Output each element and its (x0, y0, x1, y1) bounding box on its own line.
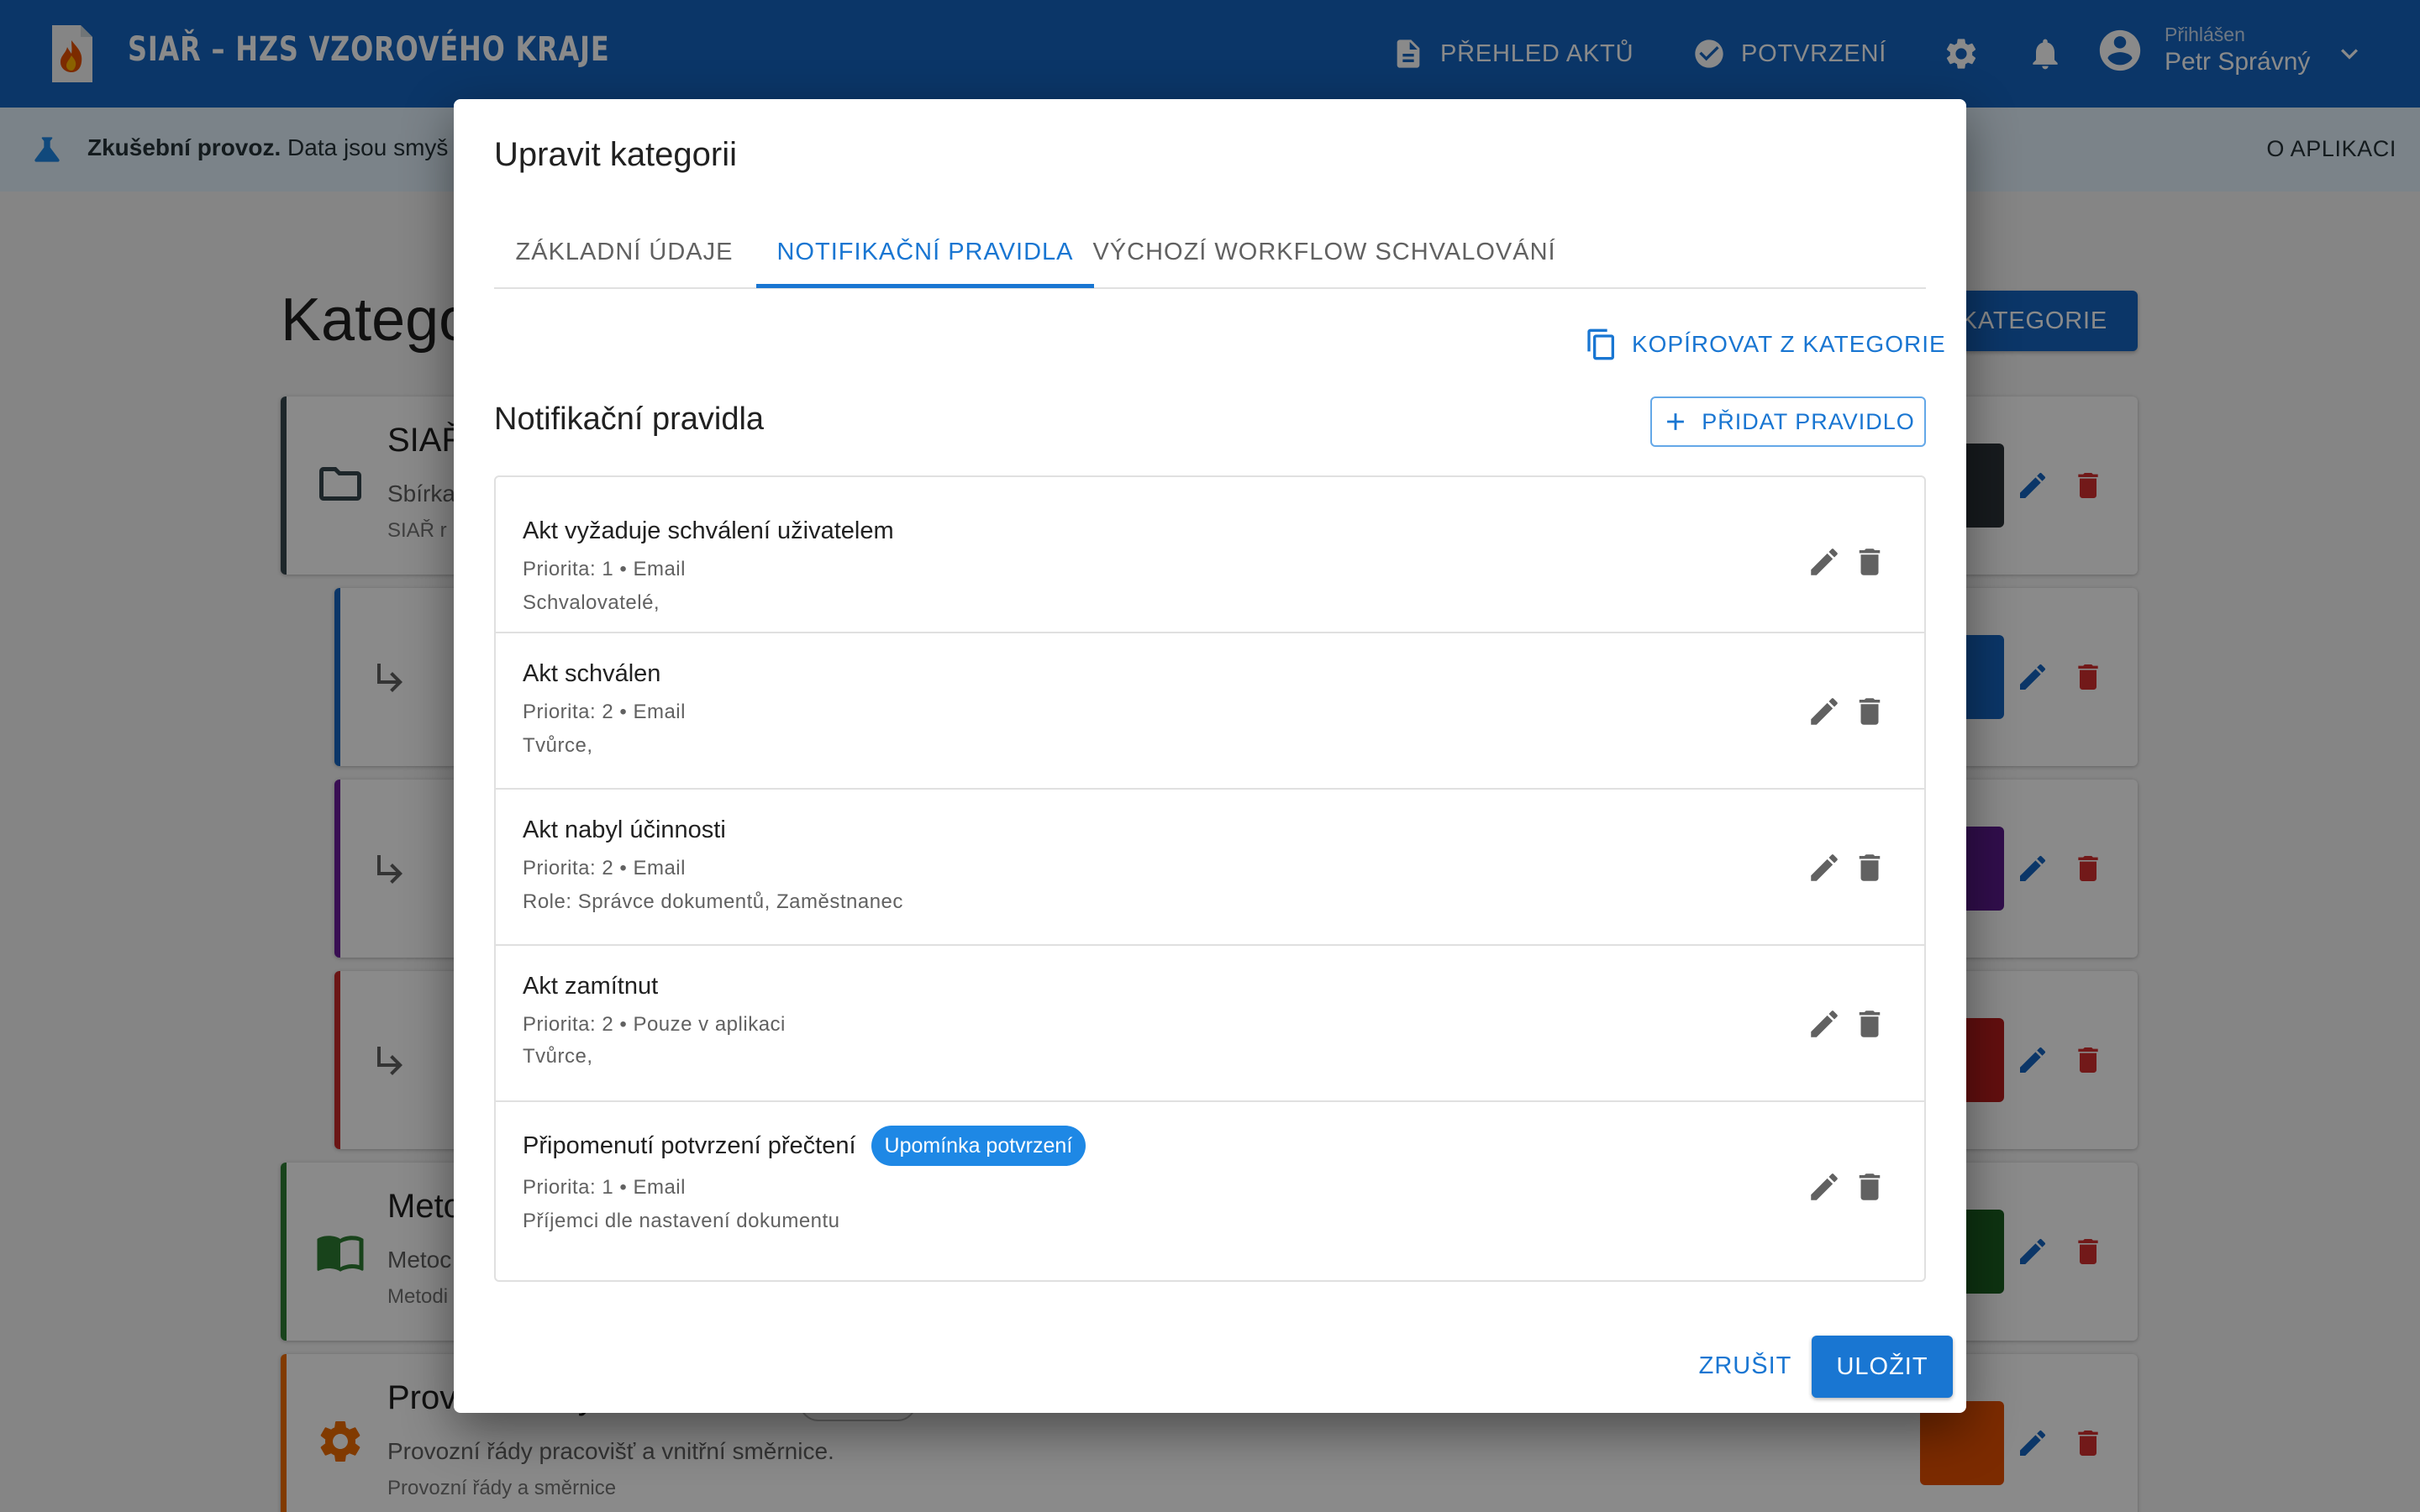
delete-icon[interactable] (1852, 694, 1887, 729)
rule-meta: Priorita: 2 • Email (523, 857, 686, 879)
add-rule-label: PŘIDAT PRAVIDLO (1702, 408, 1915, 434)
cancel-button[interactable]: ZRUŠIT (1691, 1336, 1800, 1396)
edit-icon[interactable] (1807, 544, 1842, 580)
save-button[interactable]: ULOŽIT (1812, 1336, 1953, 1398)
tab-vychozi-workflow[interactable]: VÝCHOZÍ WORKFLOW SCHVALOVÁNÍ (1092, 212, 1555, 292)
delete-icon[interactable] (1852, 544, 1887, 580)
edit-icon[interactable] (1807, 1169, 1842, 1205)
rule-name: Akt vyžaduje schválení uživatelem (523, 517, 894, 545)
rule-recipients: Schvalovatelé, (523, 591, 660, 614)
section-title: Notifikační pravidla (494, 402, 765, 437)
rule-item[interactable]: Připomenutí potvrzení přečtení Upomínka … (496, 1102, 1924, 1280)
edit-icon[interactable] (1807, 694, 1842, 729)
rule-name: Akt zamítnut (523, 973, 658, 1000)
rule-recipients: Role: Správce dokumentů, Zaměstnanec (523, 890, 903, 913)
rule-item[interactable]: Akt schválen Priorita: 2 • Email Tvůrce, (496, 633, 1924, 790)
tab-active-indicator (756, 284, 1094, 288)
rule-name-text: Akt schválen (523, 660, 661, 687)
rule-item[interactable]: Akt nabyl účinnosti Priorita: 2 • Email … (496, 790, 1924, 946)
reminder-badge: Upomínka potvrzení (871, 1126, 1086, 1166)
tab-zakladni-udaje[interactable]: ZÁKLADNÍ ÚDAJE (494, 212, 755, 292)
dialog-title: Upravit kategorii (494, 136, 738, 173)
rule-meta: Priorita: 2 • Email (523, 701, 686, 723)
tab-notifikacni-pravidla[interactable]: NOTIFIKAČNÍ PRAVIDLA (756, 212, 1094, 292)
rule-name-text: Akt zamítnut (523, 973, 659, 1000)
rule-name: Akt nabyl účinnosti (523, 816, 726, 844)
rule-name: Připomenutí potvrzení přečtení Upomínka … (523, 1126, 1086, 1166)
delete-icon[interactable] (1852, 1169, 1887, 1205)
tabs-divider (494, 287, 1926, 289)
rule-name: Akt schválen (523, 660, 660, 688)
add-rule-button[interactable]: PŘIDAT PRAVIDLO (1650, 396, 1926, 447)
delete-icon[interactable] (1852, 1006, 1887, 1042)
copy-label: KOPÍROVAT Z KATEGORIE (1632, 331, 1946, 357)
rule-recipients: Tvůrce, (523, 1045, 593, 1068)
rules-list: Akt vyžaduje schválení uživatelem Priori… (494, 475, 1926, 1282)
edit-category-dialog: Upravit kategorii ZÁKLADNÍ ÚDAJE NOTIFIK… (454, 99, 1966, 1413)
rule-recipients: Tvůrce, (523, 734, 593, 757)
rule-item[interactable]: Akt vyžaduje schválení uživatelem Priori… (496, 477, 1924, 633)
rule-recipients: Příjemci dle nastavení dokumentu (523, 1210, 840, 1232)
rule-name-text: Akt nabyl účinnosti (523, 816, 726, 843)
rule-name-text: Připomenutí potvrzení přečtení (523, 1131, 856, 1159)
plus-icon (1667, 413, 1685, 430)
rule-meta: Priorita: 1 • Email (523, 1176, 686, 1199)
rule-meta: Priorita: 2 • Pouze v aplikaci (523, 1013, 786, 1036)
rule-name-text: Akt vyžaduje schválení uživatelem (523, 517, 894, 544)
copy-icon (1587, 328, 1614, 360)
rule-item[interactable]: Akt zamítnut Priorita: 2 • Pouze v aplik… (496, 946, 1924, 1102)
rule-meta: Priorita: 1 • Email (523, 558, 686, 580)
delete-icon[interactable] (1852, 850, 1887, 885)
copy-from-category-button[interactable]: KOPÍROVAT Z KATEGORIE (1585, 314, 1946, 375)
edit-icon[interactable] (1807, 850, 1842, 885)
edit-icon[interactable] (1807, 1006, 1842, 1042)
